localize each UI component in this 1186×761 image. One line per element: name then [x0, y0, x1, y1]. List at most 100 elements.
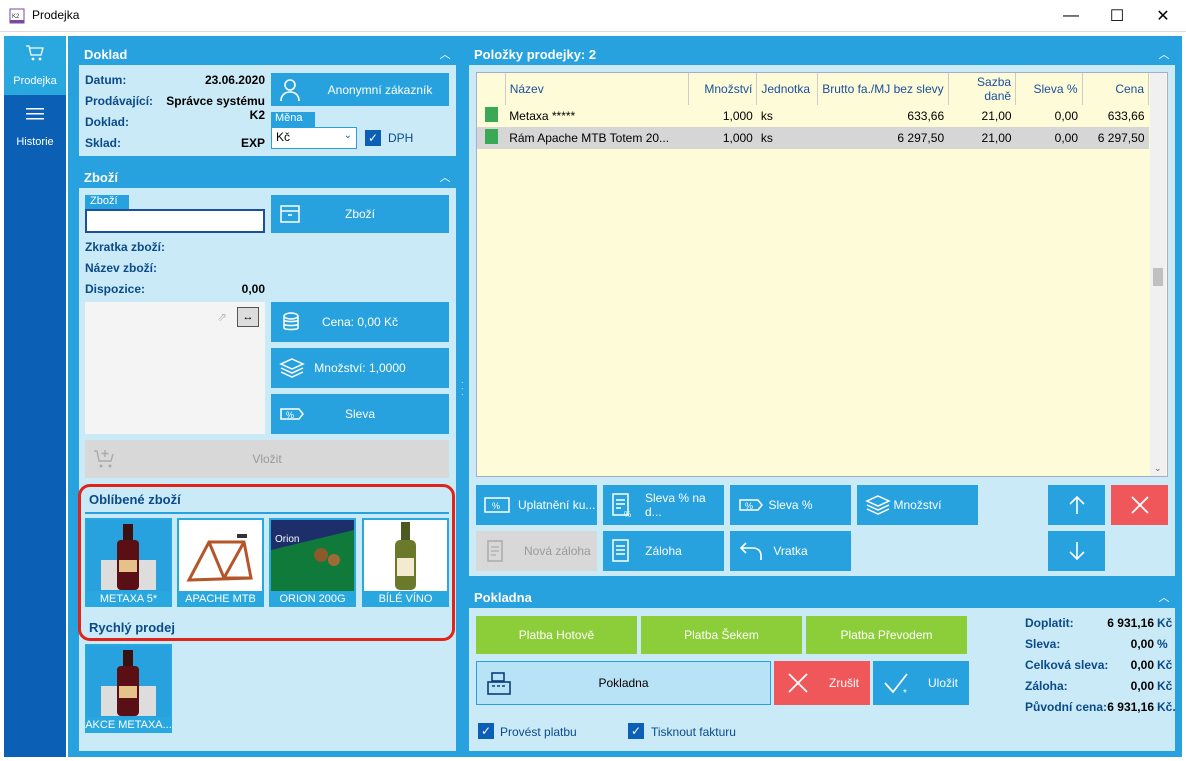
cell: Rám Apache MTB Totem 20... — [509, 131, 670, 145]
sleva-pct-button[interactable]: % Sleva % — [730, 485, 851, 525]
close-icon — [788, 673, 808, 693]
favorite-tile-metaxa[interactable]: METAXA 5* — [85, 518, 172, 607]
bottle-image — [101, 650, 156, 716]
document-discount-icon: % — [612, 493, 631, 518]
cena-button[interactable]: Cena: 0,00 Kč — [271, 302, 449, 342]
maximize-button[interactable]: ☐ — [1094, 0, 1140, 31]
mnozstvi-action-button[interactable]: Množství — [857, 485, 978, 525]
add-to-cart-icon — [94, 450, 114, 468]
resize-icon[interactable]: ↔ — [237, 307, 259, 327]
table-row[interactable]: Rám Apache MTB Totem 20... 1,000 ks 6 29… — [477, 127, 1149, 149]
checkmark-icon: * — [884, 673, 908, 697]
col-mnozstvi[interactable]: Množství — [688, 73, 758, 105]
uplatneni-button[interactable]: % Uplatnění ku... — [476, 485, 597, 525]
doklad-panel: Doklad ︿ Datum: 23.06.2020 Prodávající: … — [79, 43, 456, 156]
layers-icon — [279, 358, 305, 378]
nav-label: Historie — [16, 136, 54, 148]
collapse-icon[interactable]: ︿ — [436, 45, 454, 63]
wine-bottle-image — [395, 522, 416, 590]
rychly-tile-metaxa[interactable]: AKCE METAXA... — [85, 644, 172, 733]
svg-text:*: * — [903, 688, 907, 697]
uplatneni-label: Uplatnění ku... — [518, 498, 596, 512]
col-cena[interactable]: Cena — [1082, 73, 1149, 105]
coins-icon — [283, 312, 299, 331]
svg-text:%: % — [286, 410, 294, 420]
favorite-tile-bile-vino[interactable]: BÍLÉ VÍNO — [362, 518, 449, 607]
favorite-tile-apache[interactable]: APACHE MTB — [177, 518, 264, 607]
doklad-label: Doklad: — [85, 115, 130, 129]
tisknout-fakturu-label: Tisknout fakturu — [651, 725, 736, 739]
col-nazev[interactable]: Název — [505, 73, 689, 105]
cell: 633,66 — [907, 109, 945, 123]
customer-button-label: Anonymní zákazník — [327, 82, 433, 97]
menu-icon — [26, 108, 44, 120]
platba-prevodem-button[interactable]: Platba Převodem — [806, 616, 967, 654]
table-row[interactable]: Metaxa ***** 1,000 ks 633,66 21,00 0,00 … — [477, 105, 1149, 127]
nazev-label: Název zboží: — [85, 261, 158, 275]
splitter-handle[interactable]: · · · — [461, 379, 464, 404]
sleva-na-doklad-button[interactable]: % Sleva % na d... — [603, 485, 724, 525]
vratka-button[interactable]: Vratka — [730, 531, 851, 571]
vertical-scrollbar[interactable]: ⌄ — [1150, 73, 1166, 476]
collapse-icon[interactable]: ︿ — [1155, 588, 1173, 606]
mnozstvi-button[interactable]: Množství: 1,0000 — [271, 348, 449, 388]
zrusit-button[interactable]: Zrušit — [774, 661, 870, 705]
dispozice-label: Dispozice: — [85, 282, 146, 296]
sleva-button[interactable]: % Sleva — [271, 394, 449, 434]
cell: 633,66 — [1107, 109, 1145, 123]
zbozi-input-label: Zboží — [85, 195, 129, 209]
col-sazba[interactable]: Sazba daně — [948, 73, 1017, 105]
close-window-button[interactable]: ✕ — [1140, 0, 1186, 31]
scrollbar-thumb[interactable] — [1153, 268, 1163, 286]
pokladna-button-label: Pokladna — [598, 676, 649, 690]
polozky-header: Položky prodejky: 2 — [469, 43, 1175, 65]
collapse-icon[interactable]: ︿ — [1155, 45, 1173, 63]
prodavajici-value: Správce systému K2 — [166, 94, 265, 122]
dph-checkbox[interactable]: ✓ — [365, 130, 381, 146]
platba-sekem-button[interactable]: Platba Šekem — [641, 616, 802, 654]
favorite-tile-orion[interactable]: Orion ORION 200G — [269, 518, 356, 607]
cell: 6 297,50 — [897, 131, 945, 145]
tile-label: ORION 200G — [279, 593, 346, 605]
box-icon — [280, 205, 300, 223]
zaloha-unit: Kč — [1157, 679, 1173, 693]
external-link-icon[interactable]: ⇗ — [217, 310, 227, 324]
vlozit-label: Vložit — [252, 452, 282, 466]
svg-text:K2: K2 — [12, 14, 20, 20]
col-sleva[interactable]: Sleva % — [1015, 73, 1083, 105]
user-icon — [280, 78, 300, 101]
move-down-button[interactable] — [1048, 531, 1105, 571]
zbozi-input[interactable] — [85, 209, 265, 233]
platba-hotove-button[interactable]: Platba Hotově — [476, 616, 637, 654]
col-brutto[interactable]: Brutto fa./MJ bez slevy — [817, 73, 949, 105]
items-table: Název Množství Jednotka Brutto fa./MJ be… — [477, 73, 1149, 149]
anonymous-customer-button[interactable]: Anonymní zákazník — [271, 73, 449, 106]
svg-text:%: % — [492, 501, 500, 511]
nav-item-historie[interactable]: Historie — [4, 97, 66, 156]
mena-select[interactable]: Kč ⌄ — [271, 127, 357, 149]
dispozice-value: 0,00 — [241, 282, 265, 296]
nav-item-prodejka[interactable]: Prodejka — [4, 36, 66, 95]
minimize-button[interactable]: — — [1048, 0, 1094, 31]
tisknout-fakturu-checkbox[interactable]: ✓ — [628, 723, 644, 739]
zbozi-button[interactable]: Zboží — [271, 195, 449, 233]
puvodni-cena-unit: Kč. — [1157, 700, 1176, 714]
sleva-unit: % — [1157, 637, 1168, 651]
collapse-icon[interactable]: ︿ — [436, 168, 454, 186]
col-jednotka[interactable]: Jednotka — [756, 73, 818, 105]
provest-platbu-checkbox[interactable]: ✓ — [478, 723, 494, 739]
chevron-down-icon: ⌄ — [343, 130, 352, 141]
vlozit-button[interactable]: Vložit — [85, 440, 449, 478]
return-arrow-icon — [739, 542, 762, 560]
zaloha-button[interactable]: Záloha — [603, 531, 724, 571]
move-up-button[interactable] — [1048, 485, 1105, 525]
scroll-down-icon[interactable]: ⌄ — [1154, 463, 1162, 474]
delete-row-button[interactable] — [1111, 485, 1168, 525]
celkova-sleva-value: 0,00 — [1130, 658, 1154, 672]
vratka-label: Vratka — [773, 544, 808, 558]
ulozit-button[interactable]: * Uložit — [873, 661, 969, 705]
close-icon — [1130, 496, 1149, 514]
pokladna-button[interactable]: Pokladna — [476, 661, 771, 705]
coupon-icon: % — [484, 497, 510, 513]
nova-zaloha-button[interactable]: Nová záloha — [476, 531, 597, 571]
